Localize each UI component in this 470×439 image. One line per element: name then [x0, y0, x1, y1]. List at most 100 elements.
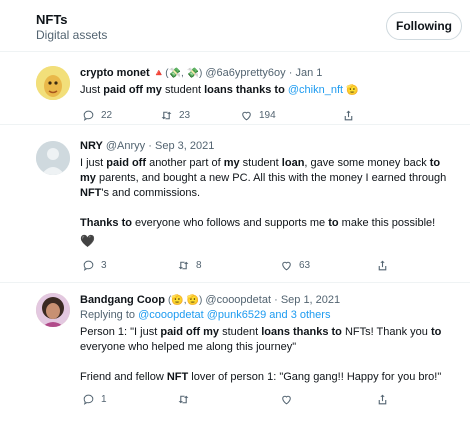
text-bold: loans thanks to	[204, 84, 285, 96]
tweet-text: I just paid off another part of my stude…	[80, 156, 456, 249]
text-bold: to	[430, 326, 442, 338]
text-bold: paid off my	[103, 84, 162, 96]
retweet-icon	[178, 395, 189, 403]
text-segment: , gave some money back	[304, 157, 430, 169]
avatar[interactable]	[36, 141, 70, 175]
share-icon	[378, 394, 387, 404]
share-button[interactable]	[342, 107, 355, 123]
black-heart-emoji: 🖤	[80, 234, 95, 248]
author-name[interactable]: crypto monet	[80, 67, 150, 79]
mention-link[interactable]: @chikn_nft	[288, 84, 343, 96]
author-handle[interactable]: @cooopdetat	[205, 294, 271, 306]
text-bold: to	[429, 157, 441, 169]
author-name[interactable]: NRY	[80, 140, 103, 152]
tweet-date[interactable]: Sep 3, 2021	[155, 140, 214, 152]
name-emoji: 🔺(💸, 💸)	[152, 68, 203, 79]
following-button[interactable]: Following	[386, 12, 462, 40]
text-segment: student	[239, 157, 282, 169]
text-segment: parents, and bought a new PC. All this w…	[95, 172, 447, 184]
salute-emoji: 🫡	[346, 85, 359, 96]
text-segment: I just	[80, 157, 107, 169]
tweet-date[interactable]: Jan 1	[295, 67, 322, 79]
text-segment: lover of person 1: "Gang gang!! Happy fo…	[188, 371, 442, 383]
text-bold: paid off my	[160, 326, 220, 338]
retweet-button[interactable]: 8	[177, 257, 202, 273]
like-icon	[282, 395, 291, 404]
replying-prefix: Replying to	[80, 309, 139, 321]
reply-button[interactable]: 22	[82, 107, 112, 123]
text-segment: 's and commissions.	[101, 187, 201, 199]
retweet-icon	[178, 261, 189, 269]
text-line: my parents, and bought a new PC. All thi…	[80, 171, 456, 186]
text-segment: make this possible!	[338, 217, 436, 229]
text-bold: my	[223, 157, 240, 169]
share-button[interactable]	[376, 391, 389, 407]
like-icon	[242, 111, 251, 120]
text-bold: my	[80, 172, 96, 184]
text-line: NFT's and commissions.	[80, 186, 456, 201]
like-button[interactable]: 63	[280, 257, 310, 273]
text-bold: NFT	[80, 187, 102, 199]
reply-count: 3	[101, 259, 107, 271]
tweet-actions: 22 23 194	[80, 107, 380, 123]
text-line: everyone who helped me along this journe…	[80, 341, 297, 353]
retweet-icon	[161, 111, 172, 119]
retweet-count: 8	[196, 259, 202, 271]
like-button[interactable]: 194	[240, 107, 276, 123]
like-button[interactable]	[280, 391, 299, 407]
share-button[interactable]	[376, 257, 389, 273]
avatar[interactable]	[36, 66, 70, 100]
like-count: 194	[259, 109, 276, 121]
tweet-date[interactable]: Sep 1, 2021	[281, 294, 340, 306]
tweet-text: Person 1: "I just paid off my student lo…	[80, 325, 456, 385]
retweet-button[interactable]: 23	[160, 107, 190, 123]
text-segment: everyone who follows and supports me	[131, 217, 329, 229]
share-icon	[378, 260, 387, 270]
reply-count: 22	[101, 109, 113, 121]
text-bold: paid off	[106, 157, 147, 169]
text-line: Friend and fellow NFT lover of person 1:…	[80, 370, 456, 385]
tweet[interactable]: Bandgang Coop (🫡,🫡) @cooopdetat · Sep 1,…	[0, 284, 470, 439]
author-name[interactable]: Bandgang Coop	[80, 294, 165, 306]
reply-count: 1	[101, 393, 107, 405]
text-segment: Just	[80, 84, 104, 96]
share-icon	[344, 110, 353, 120]
retweet-button[interactable]	[177, 391, 196, 407]
topic-title: NFTs	[36, 12, 68, 27]
reply-icon	[83, 260, 94, 271]
text-line: Person 1: "I just paid off my student lo…	[80, 325, 456, 340]
separator: ·	[148, 140, 152, 152]
topic-header: NFTs Digital assets Following	[0, 0, 470, 52]
text-bold: Thanks to	[80, 217, 132, 229]
text-bold: loans thanks to	[261, 326, 342, 338]
tweet-actions: 1	[80, 391, 387, 407]
reply-button[interactable]: 3	[82, 257, 107, 273]
author-handle[interactable]: @Anryy	[106, 140, 145, 152]
reply-button[interactable]: 1	[82, 391, 107, 407]
reply-icon	[83, 394, 94, 405]
tweet-header: NRY @Anryy · Sep 3, 2021	[80, 140, 214, 152]
text-line: Thanks to everyone who follows and suppo…	[80, 216, 456, 231]
text-bold: NFT	[166, 371, 189, 383]
separator: ·	[274, 294, 278, 306]
like-icon	[282, 261, 291, 270]
retweet-count: 23	[179, 109, 191, 121]
author-handle[interactable]: @6a6ypretty6oy	[205, 67, 285, 79]
text-bold: to	[328, 217, 339, 229]
text-segment: Friend and fellow	[80, 371, 167, 383]
tweet-text: Just paid off my student loans thanks to…	[80, 83, 456, 98]
avatar[interactable]	[36, 293, 70, 327]
name-emoji: (🫡,🫡)	[168, 295, 203, 306]
text-line: I just paid off another part of my stude…	[80, 156, 456, 171]
reply-icon	[83, 110, 94, 121]
topic-subtitle: Digital assets	[36, 28, 108, 42]
tweet-header: crypto monet 🔺(💸, 💸) @6a6ypretty6oy · Ja…	[80, 67, 322, 79]
replying-to: Replying to @cooopdetat @punk6529 and 3 …	[80, 309, 330, 321]
tweet[interactable]: NRY @Anryy · Sep 3, 2021 I just paid off…	[0, 126, 470, 283]
text-segment: student	[219, 326, 262, 338]
tweet[interactable]: crypto monet 🔺(💸, 💸) @6a6ypretty6oy · Ja…	[0, 52, 470, 125]
replying-to-link[interactable]: @cooopdetat @punk6529 and 3 others	[138, 309, 330, 321]
text-segment: NFTs! Thank you	[341, 326, 431, 338]
